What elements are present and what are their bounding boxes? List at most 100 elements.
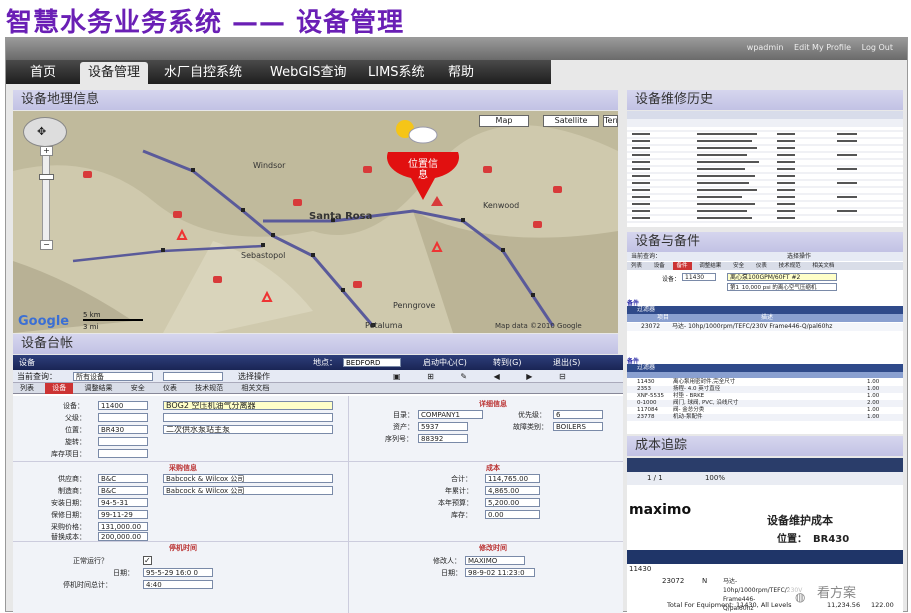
cell: 1.00 — [867, 386, 880, 392]
parts-device-input[interactable]: 11430 — [682, 273, 716, 281]
nav-equipment[interactable]: 设备管理 — [80, 62, 149, 84]
cost-panel-header: 成本追踪 — [627, 436, 903, 456]
location-marker[interactable]: 位置信息 — [385, 135, 461, 200]
parts-tab-spec[interactable]: 技术规范 — [775, 262, 805, 270]
label-rotate: 旋转： — [65, 438, 86, 446]
label-asset: 资产： — [393, 423, 414, 431]
tab-adjust[interactable]: 调整结果 — [77, 383, 119, 394]
tab-meter[interactable]: 仪表 — [156, 383, 184, 394]
vendor-input[interactable]: B&C — [98, 474, 148, 483]
mfr-input[interactable]: B&C — [98, 486, 148, 495]
parts-tab-meter[interactable]: 仪表 — [752, 262, 771, 270]
parts-desc2-input[interactable]: 第1_10,000 psi 的离心空气压缩机 — [727, 283, 837, 291]
zoom-slider[interactable]: + − — [39, 146, 54, 250]
label-serial: 序列号： — [385, 435, 413, 443]
search-input[interactable] — [163, 372, 223, 381]
cell: 扬程- 4.0 英寸直径 — [673, 386, 721, 392]
asset-input[interactable]: 5937 — [418, 422, 468, 431]
parts-row2-1[interactable]: 11430 离心泵用密封件,完全尺寸 1.00 — [627, 379, 903, 386]
rotate-input[interactable] — [98, 437, 148, 446]
install-input[interactable]: 94-5-31 — [98, 498, 148, 507]
label-budget: 本年预算： — [438, 499, 473, 507]
parts-filter-bar1[interactable]: 过滤器 — [627, 306, 903, 314]
nav-webgis[interactable]: WebGIS查询 — [262, 64, 355, 84]
parts-row2-4[interactable]: 0-1000 阀门, 球阀, PVC, 沿线尺寸 2.00 — [627, 400, 903, 407]
parent-desc-input[interactable] — [163, 413, 333, 422]
ytd-input[interactable]: 4,865.00 — [485, 486, 540, 495]
tab-device[interactable]: 设备 — [45, 383, 74, 394]
zoom-out-icon[interactable]: − — [40, 240, 53, 250]
zoom-handle[interactable] — [39, 174, 54, 180]
parts-tab-docs[interactable]: 相关文档 — [808, 262, 838, 270]
parts-tab-device[interactable]: 设备 — [650, 262, 669, 270]
nav-lims[interactable]: LIMS系统 — [360, 64, 433, 84]
location-input[interactable]: BR430 — [98, 425, 148, 434]
equipment-map[interactable]: 位置信息 Map Satellite Terrain ✥ + − Windsor… — [13, 111, 618, 333]
mfr-desc-input[interactable]: Babcock & Wilcox 公司 — [163, 486, 333, 495]
downtotal-input[interactable]: 4:40 — [143, 580, 213, 589]
site-input[interactable]: BEDFORD — [343, 358, 401, 367]
priority-input[interactable]: 6 — [553, 410, 603, 419]
label-device: 设备： — [63, 402, 84, 410]
cdate-input[interactable]: 98-9-02 11:23:0 — [465, 568, 535, 577]
zoom-select[interactable]: 100% — [705, 474, 725, 482]
parts-desc-input[interactable]: 离心泵100GPM/60FT #2 — [727, 273, 837, 281]
parts-row2-6[interactable]: 23778 机动-泵配件 1.00 — [627, 414, 903, 421]
exit-link[interactable]: 退出(S) — [553, 355, 580, 370]
replace-input[interactable]: 200,000.00 — [98, 532, 148, 541]
parts-tab-adjust[interactable]: 调整结果 — [695, 262, 725, 270]
date-input[interactable]: 95-5-29 16:0 0 — [143, 568, 213, 577]
query-select[interactable]: 所有设备 — [73, 372, 153, 381]
stock-input[interactable]: 0.00 — [485, 510, 540, 519]
parts-tab-list[interactable]: 列表 — [627, 262, 646, 270]
pager[interactable]: 1 / 1 — [647, 474, 663, 482]
dept-input[interactable]: COMPANY1 — [418, 410, 483, 419]
parts-tab-parts[interactable]: 备件 — [672, 262, 692, 270]
zoom-in-icon[interactable]: + — [40, 146, 53, 156]
cell: 1.00 — [867, 414, 880, 420]
warranty-input[interactable]: 99-11-29 — [98, 510, 148, 519]
nav-home[interactable]: 首页 — [22, 64, 64, 84]
budget-input[interactable]: 5,200.00 — [485, 498, 540, 507]
parts-row2-5[interactable]: 117084 阀- 金总分类 1.00 — [627, 407, 903, 414]
logout-link[interactable]: Log Out — [862, 43, 893, 52]
location-desc-input[interactable]: 二次供水泵站主泵 — [163, 425, 333, 434]
parts-row1[interactable]: 23072 马达- 10hp/1000rpm/TEFC/230V Frame44… — [627, 323, 903, 331]
map-type-satellite-button[interactable]: Satellite — [543, 115, 599, 127]
parts-panel: 当前查询： 选择操作 列表 设备 备件 调整结果 安全 仪表 技术规范 相关文档… — [627, 252, 903, 434]
device-input[interactable]: 11400 — [98, 401, 148, 410]
map-type-map-button[interactable]: Map — [479, 115, 529, 127]
nav-plant-control[interactable]: 水厂自控系统 — [156, 64, 250, 84]
tab-safety[interactable]: 安全 — [124, 383, 152, 394]
tab-spec[interactable]: 技术规范 — [188, 383, 230, 394]
label-warranty: 保修日期： — [51, 511, 86, 519]
price-input[interactable]: 131,000.00 — [98, 522, 148, 531]
device-desc-input[interactable]: BOG2 空压机油气分离器 — [163, 401, 333, 410]
tab-docs[interactable]: 相关文档 — [234, 383, 276, 394]
tab-list[interactable]: 列表 — [13, 383, 41, 394]
serial-input[interactable]: 88392 — [418, 434, 468, 443]
pan-control[interactable]: ✥ — [23, 117, 67, 147]
parts-tab-safety[interactable]: 安全 — [729, 262, 748, 270]
parts-op-select[interactable]: 选择操作 — [787, 252, 811, 261]
maximo-logo: maximo — [629, 502, 692, 518]
nav-help[interactable]: 帮助 — [440, 64, 482, 84]
running-checkbox[interactable]: ✓ — [143, 556, 152, 565]
parent-input[interactable] — [98, 413, 148, 422]
parts-filter-bar2[interactable]: 过滤器 — [627, 364, 903, 372]
parts-row2-3[interactable]: XNF-5535 衬垫 - BRKE 1.00 — [627, 393, 903, 400]
history-table[interactable] — [627, 111, 903, 227]
changedby-input[interactable]: MAXIMO — [465, 556, 525, 565]
vendor-desc-input[interactable]: Babcock & Wilcox 公司 — [163, 474, 333, 483]
map-type-terrain-button[interactable]: Terrain — [603, 115, 618, 127]
failclass-input[interactable]: BOILERS — [553, 422, 603, 431]
total-value: 11,234.56 — [827, 601, 861, 609]
start-center-link[interactable]: 启动中心(C) — [423, 355, 467, 370]
goto-link[interactable]: 转到(G) — [493, 355, 521, 370]
toolbar-icons[interactable]: ▣ ⊞ ✎ ◀ ▶ ⊟ — [393, 370, 578, 383]
operation-select[interactable]: 选择操作 — [238, 370, 270, 383]
store-input[interactable] — [98, 449, 148, 458]
parts-row2-2[interactable]: 2353 扬程- 4.0 英寸直径 1.00 — [627, 386, 903, 393]
edit-profile-link[interactable]: Edit My Profile — [794, 43, 851, 52]
total-input[interactable]: 114,765.00 — [485, 474, 540, 483]
